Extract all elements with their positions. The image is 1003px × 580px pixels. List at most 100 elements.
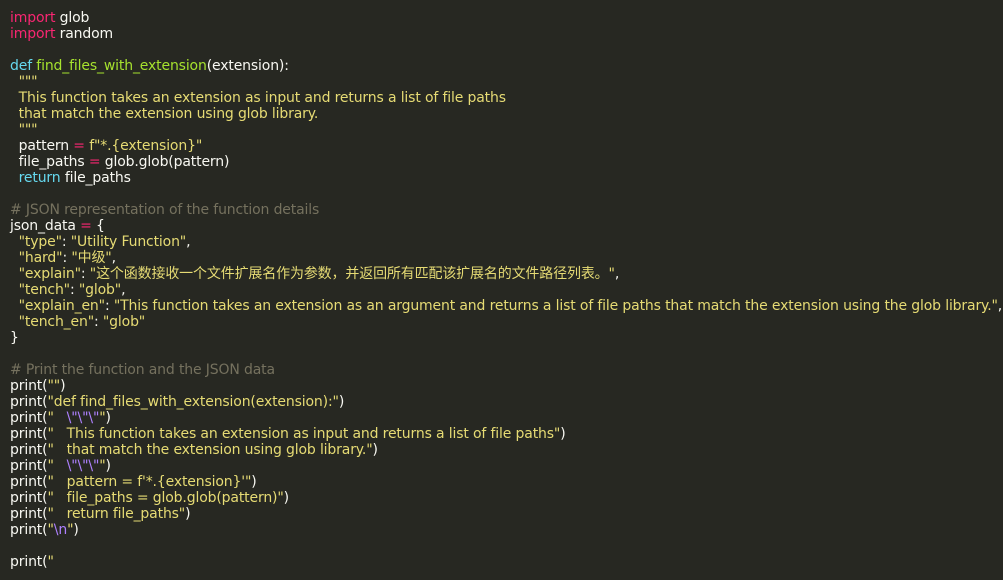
code-line: # JSON representation of the function de… <box>10 202 1000 218</box>
code-token: that match the extension using glob libr… <box>10 106 319 122</box>
code-line: import glob <box>10 10 1000 26</box>
code-token: """ <box>10 122 38 138</box>
code-line: print(" file_paths = glob.glob(pattern)"… <box>10 490 1000 506</box>
code-area[interactable]: import glob import random def find_files_… <box>10 10 1003 570</box>
code-token: = <box>73 138 85 154</box>
code-token: "This function takes an extension as an … <box>113 298 998 314</box>
code-token: " file_paths = glob.glob(pattern)" <box>47 490 284 506</box>
code-token: "hard" <box>10 250 63 266</box>
code-line: pattern = f"*.{extension}" <box>10 138 1000 154</box>
code-token: " pattern = f'*.{extension}'" <box>47 474 252 490</box>
code-token: : <box>94 314 103 330</box>
code-token: ) <box>105 410 111 426</box>
code-token: ) <box>185 506 191 522</box>
code-token: ) <box>283 490 289 506</box>
code-token: : <box>80 266 90 282</box>
code-token: : <box>104 298 114 314</box>
code-token: f"*.{extension}" <box>84 138 203 154</box>
code-token: pattern <box>10 138 74 154</box>
code-token: : <box>69 282 79 298</box>
code-token: "explain" <box>10 266 81 282</box>
code-token: """ <box>10 74 38 90</box>
code-token: ) <box>73 522 79 538</box>
code-token: # JSON representation of the function de… <box>10 202 320 218</box>
code-token: ) <box>338 394 345 410</box>
code-token: \n <box>53 522 68 538</box>
code-token: " <box>47 458 67 474</box>
code-token: json_data <box>10 218 81 234</box>
code-token: "这个函数接收一个文件扩展名作为参数，并返回所有匹配该扩展名的文件路径列表。" <box>89 266 615 282</box>
code-line: This function takes an extension as inpu… <box>10 90 1000 106</box>
code-line: "hard": "中级", <box>10 250 1000 266</box>
code-token: = <box>88 154 101 170</box>
code-token: , <box>997 298 1003 314</box>
code-token: = <box>80 218 92 234</box>
code-token: { <box>91 218 105 234</box>
code-token: " <box>47 554 54 570</box>
code-token: , <box>121 282 126 298</box>
code-token: , <box>186 234 191 250</box>
code-line: json_data = { <box>10 218 1000 234</box>
code-editor[interactable]: import glob import random def find_files_… <box>0 0 1003 580</box>
code-token: : <box>61 234 71 250</box>
code-line: print(" pattern = f'*.{extension}'") <box>10 474 1000 490</box>
code-token: \"\"\" <box>66 410 100 426</box>
code-token: glob.glob(pattern) <box>100 154 230 170</box>
code-token: return <box>18 170 61 186</box>
code-token: print( <box>10 554 48 570</box>
code-token: " that match the extension using glob li… <box>47 442 373 458</box>
code-token: "explain_en" <box>10 298 105 314</box>
code-line: "tench": "glob", <box>10 282 1000 298</box>
code-token: , <box>614 266 620 282</box>
code-token: ) <box>372 442 378 458</box>
code-token: print( <box>10 522 48 538</box>
code-token: file_paths <box>60 170 131 186</box>
code-token: , <box>111 250 116 266</box>
code-token: : <box>62 250 72 266</box>
code-token: import <box>10 26 56 42</box>
code-token: glob <box>55 10 90 26</box>
code-token: "tench" <box>10 282 71 298</box>
code-token: ) <box>105 458 111 474</box>
code-token: print( <box>10 426 48 442</box>
code-token: # Print the function and the JSON data <box>10 362 275 378</box>
code-line: } <box>10 330 1000 346</box>
code-line: # Print the function and the JSON data <box>10 362 1000 378</box>
code-token: " return file_paths" <box>47 506 186 522</box>
code-line: print(" \"\"\"") <box>10 410 1000 426</box>
code-token: print( <box>10 394 48 410</box>
code-line: return file_paths <box>10 170 1000 186</box>
code-token: import <box>10 10 56 26</box>
code-token: "def find_files_with_extension(extension… <box>47 394 339 410</box>
code-token: "type" <box>10 234 62 250</box>
code-token: " <box>47 410 67 426</box>
code-token: random <box>55 26 114 42</box>
code-token: ) <box>560 426 566 442</box>
code-line: print("") <box>10 378 1000 394</box>
code-token: print( <box>10 474 48 490</box>
code-line: file_paths = glob.glob(pattern) <box>10 154 1000 170</box>
code-line: print(" that match the extension using g… <box>10 442 1000 458</box>
code-line: print("\n") <box>10 522 1000 538</box>
code-line: print(" return file_paths") <box>10 506 1000 522</box>
code-token: " This function takes an extension as in… <box>47 426 561 442</box>
code-token: "tench_en" <box>10 314 95 330</box>
code-token: find_files_with_extension <box>36 58 207 74</box>
code-token: This function takes an extension as inpu… <box>10 90 506 106</box>
code-line: "type": "Utility Function", <box>10 234 1000 250</box>
code-token: print( <box>10 506 48 522</box>
code-token: print( <box>10 378 48 394</box>
code-token: print( <box>10 490 48 506</box>
code-line: def find_files_with_extension(extension)… <box>10 58 1000 74</box>
code-token: (extension): <box>206 58 289 74</box>
code-token: print( <box>10 458 48 474</box>
code-line: print("def find_files_with_extension(ext… <box>10 394 1000 410</box>
code-token: "glob" <box>78 282 122 298</box>
code-line: "explain": "这个函数接收一个文件扩展名作为参数，并返回所有匹配该扩展… <box>10 266 1000 282</box>
code-line: import random <box>10 26 1000 42</box>
code-line: "explain_en": "This function takes an ex… <box>10 298 1003 314</box>
code-token: ) <box>60 378 66 394</box>
